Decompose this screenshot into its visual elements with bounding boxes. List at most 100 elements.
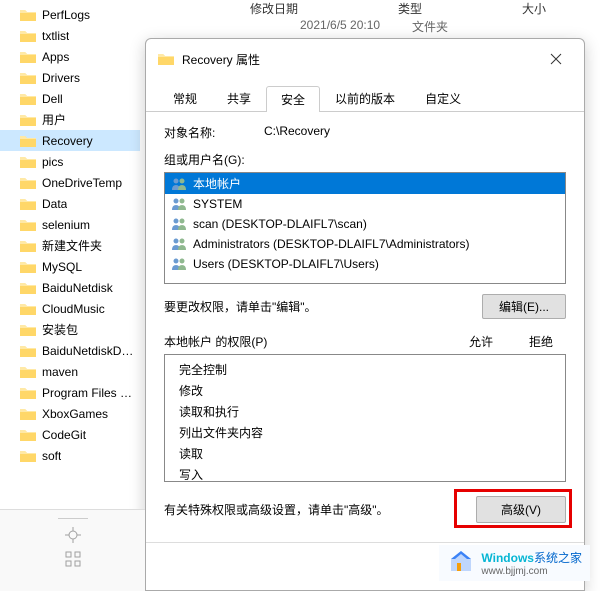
col-type: 类型 [398,0,422,17]
folder-item[interactable]: BaiduNetdiskDownload [0,340,140,361]
folder-icon [20,29,36,43]
user-list[interactable]: 本地帐户 SYSTEM scan (DESKTOP-DLAIFL7\scan) Adm… [164,172,566,284]
tab-bar: 常规共享安全以前的版本自定义 [146,79,584,112]
user-name: Administrators (DESKTOP-DLAIFL7\Administ… [193,237,470,251]
folder-icon [20,386,36,400]
folder-icon [20,8,36,22]
user-item[interactable]: SYSTEM [165,194,565,214]
folder-icon [20,407,36,421]
close-button[interactable] [540,47,572,71]
tab[interactable]: 自定义 [410,85,476,111]
tab[interactable]: 以前的版本 [320,85,410,111]
folder-item[interactable]: 安装包 [0,319,140,340]
advanced-hint: 有关特殊权限或高级设置，请单击"高级"。 [164,501,389,518]
tab[interactable]: 常规 [158,85,212,111]
folder-label: Recovery [42,134,93,148]
folder-icon [20,197,36,211]
permission-item[interactable]: 读取 [165,443,565,464]
folder-item[interactable]: 新建文件夹 [0,235,140,256]
permission-item[interactable]: 完全控制 [165,359,565,380]
folder-item[interactable]: selenium [0,214,140,235]
folder-icon [20,428,36,442]
folder-item[interactable]: CloudMusic [0,298,140,319]
watermark: Windows系统之家 www.bjjmj.com [439,545,590,581]
permission-item[interactable]: 写入 [165,464,565,482]
watermark-suffix: 系统之家 [534,551,582,565]
user-name: SYSTEM [193,197,242,211]
col-modified: 修改日期 [250,0,298,17]
folder-label: 新建文件夹 [42,237,102,254]
grid-icon[interactable] [65,551,81,567]
folder-item[interactable]: Dell [0,88,140,109]
folder-item[interactable]: maven [0,361,140,382]
folder-label: pics [42,155,63,169]
watermark-url: www.bjjmj.com [481,566,582,577]
perm-allow-header: 允许 [446,333,516,350]
folder-item[interactable]: pics [0,151,140,172]
folder-label: Data [42,197,67,211]
folder-label: CodeGit [42,428,86,442]
folder-icon [20,155,36,169]
folder-label: selenium [42,218,90,232]
folder-item[interactable]: XboxGames [0,403,140,424]
close-icon [550,53,562,65]
watermark-brand: Windows [481,551,534,565]
folder-item[interactable]: BaiduNetdisk [0,277,140,298]
file-date: 2021/6/5 20:10 [300,18,380,32]
folder-item[interactable]: soft [0,445,140,466]
titlebar[interactable]: Recovery 属性 [146,39,584,79]
folder-item[interactable]: txtlist [0,25,140,46]
edit-button[interactable]: 编辑(E)... [482,294,566,319]
users-icon [171,176,187,192]
folder-item[interactable]: CodeGit [0,424,140,445]
user-item[interactable]: Users (DESKTOP-DLAIFL7\Users) [165,254,565,274]
folder-icon [20,239,36,253]
folder-item[interactable]: 用户 [0,109,140,130]
folder-label: txtlist [42,29,69,43]
users-icon [171,196,187,212]
permissions-label: 本地帐户 的权限(P) [164,333,446,350]
object-name-label: 对象名称: [164,124,264,141]
folder-item[interactable]: Apps [0,46,140,67]
folder-label: MySQL [42,260,82,274]
folder-icon [20,302,36,316]
object-name-value: C:\Recovery [264,124,566,141]
folder-item[interactable]: OneDriveTemp [0,172,140,193]
folder-label: 安装包 [42,321,78,338]
folder-tree: PerfLogs txtlist AppsDriversDell 用户 Recovery… [0,0,140,591]
folder-label: PerfLogs [42,8,90,22]
perm-deny-header: 拒绝 [516,333,566,350]
folder-icon [20,260,36,274]
folder-icon [20,113,36,127]
folder-icon [20,365,36,379]
folder-label: soft [42,449,61,463]
folder-label: maven [42,365,78,379]
target-icon[interactable] [65,527,81,543]
dialog-title: Recovery 属性 [182,51,540,68]
permission-item[interactable]: 修改 [165,380,565,401]
folder-icon [20,92,36,106]
advanced-button[interactable]: 高级(V) [476,496,566,523]
folder-label: Program Files (x86) [42,386,136,400]
tab[interactable]: 共享 [212,85,266,111]
user-item[interactable]: Administrators (DESKTOP-DLAIFL7\Administ… [165,234,565,254]
folder-icon [20,71,36,85]
tab[interactable]: 安全 [266,86,320,112]
folder-label: 用户 [42,111,66,128]
user-item[interactable]: scan (DESKTOP-DLAIFL7\scan) [165,214,565,234]
folder-item[interactable]: MySQL [0,256,140,277]
folder-icon [20,218,36,232]
col-size: 大小 [522,0,546,17]
permission-item[interactable]: 读取和执行 [165,401,565,422]
folder-icon [20,323,36,337]
group-users-label: 组或用户名(G): [164,151,566,168]
permissions-list[interactable]: 完全控制修改读取和执行列出文件夹内容读取写入 [164,354,566,482]
permission-item[interactable]: 列出文件夹内容 [165,422,565,443]
user-item[interactable]: 本地帐户 [165,173,565,194]
folder-item[interactable]: Data [0,193,140,214]
folder-icon [158,52,174,66]
folder-item[interactable]: Recovery [0,130,140,151]
folder-item[interactable]: PerfLogs [0,4,140,25]
folder-item[interactable]: Program Files (x86) [0,382,140,403]
folder-item[interactable]: Drivers [0,67,140,88]
